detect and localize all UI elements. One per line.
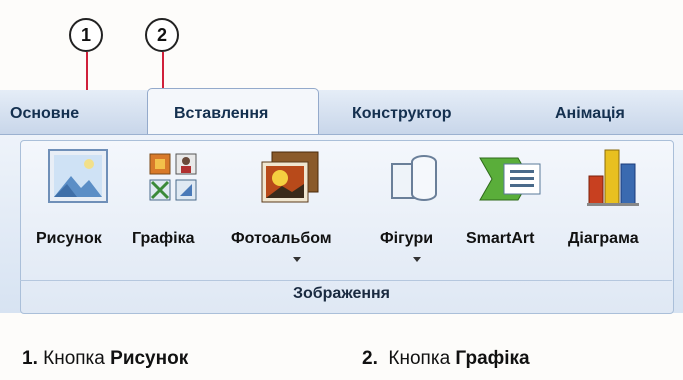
clipart-button-label[interactable]: Графіка xyxy=(132,230,194,248)
shapes-button-label[interactable]: Фігури xyxy=(380,230,433,248)
shapes-icon[interactable] xyxy=(388,150,440,211)
tab-animations[interactable]: Анімація xyxy=(555,96,625,132)
tab-home[interactable]: Основне xyxy=(10,96,79,132)
caption-2-number: 2. xyxy=(362,348,378,369)
caption-1-number: 1. xyxy=(22,348,38,369)
caption-1: 1. Кнопка Рисунок xyxy=(22,348,188,370)
smartart-button-label[interactable]: SmartArt xyxy=(466,230,534,248)
caption-1-bold: Рисунок xyxy=(110,348,189,369)
caption-2: 2. Кнопка Графіка xyxy=(362,348,530,370)
caption-1-text: Кнопка xyxy=(43,348,105,369)
clipart-icon[interactable] xyxy=(148,150,200,211)
smartart-icon[interactable] xyxy=(478,152,548,211)
shapes-dropdown-arrow[interactable] xyxy=(413,257,421,262)
chart-icon[interactable] xyxy=(585,146,643,213)
images-group-label: Зображення xyxy=(292,285,391,302)
tab-insert[interactable]: Вставлення xyxy=(174,96,268,132)
chart-button-label[interactable]: Діаграма xyxy=(568,230,639,248)
photo-album-button-label[interactable]: Фотоальбом xyxy=(231,230,332,248)
tab-design[interactable]: Конструктор xyxy=(352,96,452,132)
caption-2-bold: Графіка xyxy=(455,348,530,369)
callout-1: 1 xyxy=(69,18,103,52)
group-divider xyxy=(20,280,672,281)
picture-button-label[interactable]: Рисунок xyxy=(36,230,102,248)
photo-album-dropdown-arrow[interactable] xyxy=(293,257,301,262)
picture-icon[interactable] xyxy=(47,148,109,211)
callout-2: 2 xyxy=(145,18,179,52)
caption-2-text: Кнопка xyxy=(388,348,451,369)
photo-album-icon[interactable] xyxy=(258,150,322,211)
